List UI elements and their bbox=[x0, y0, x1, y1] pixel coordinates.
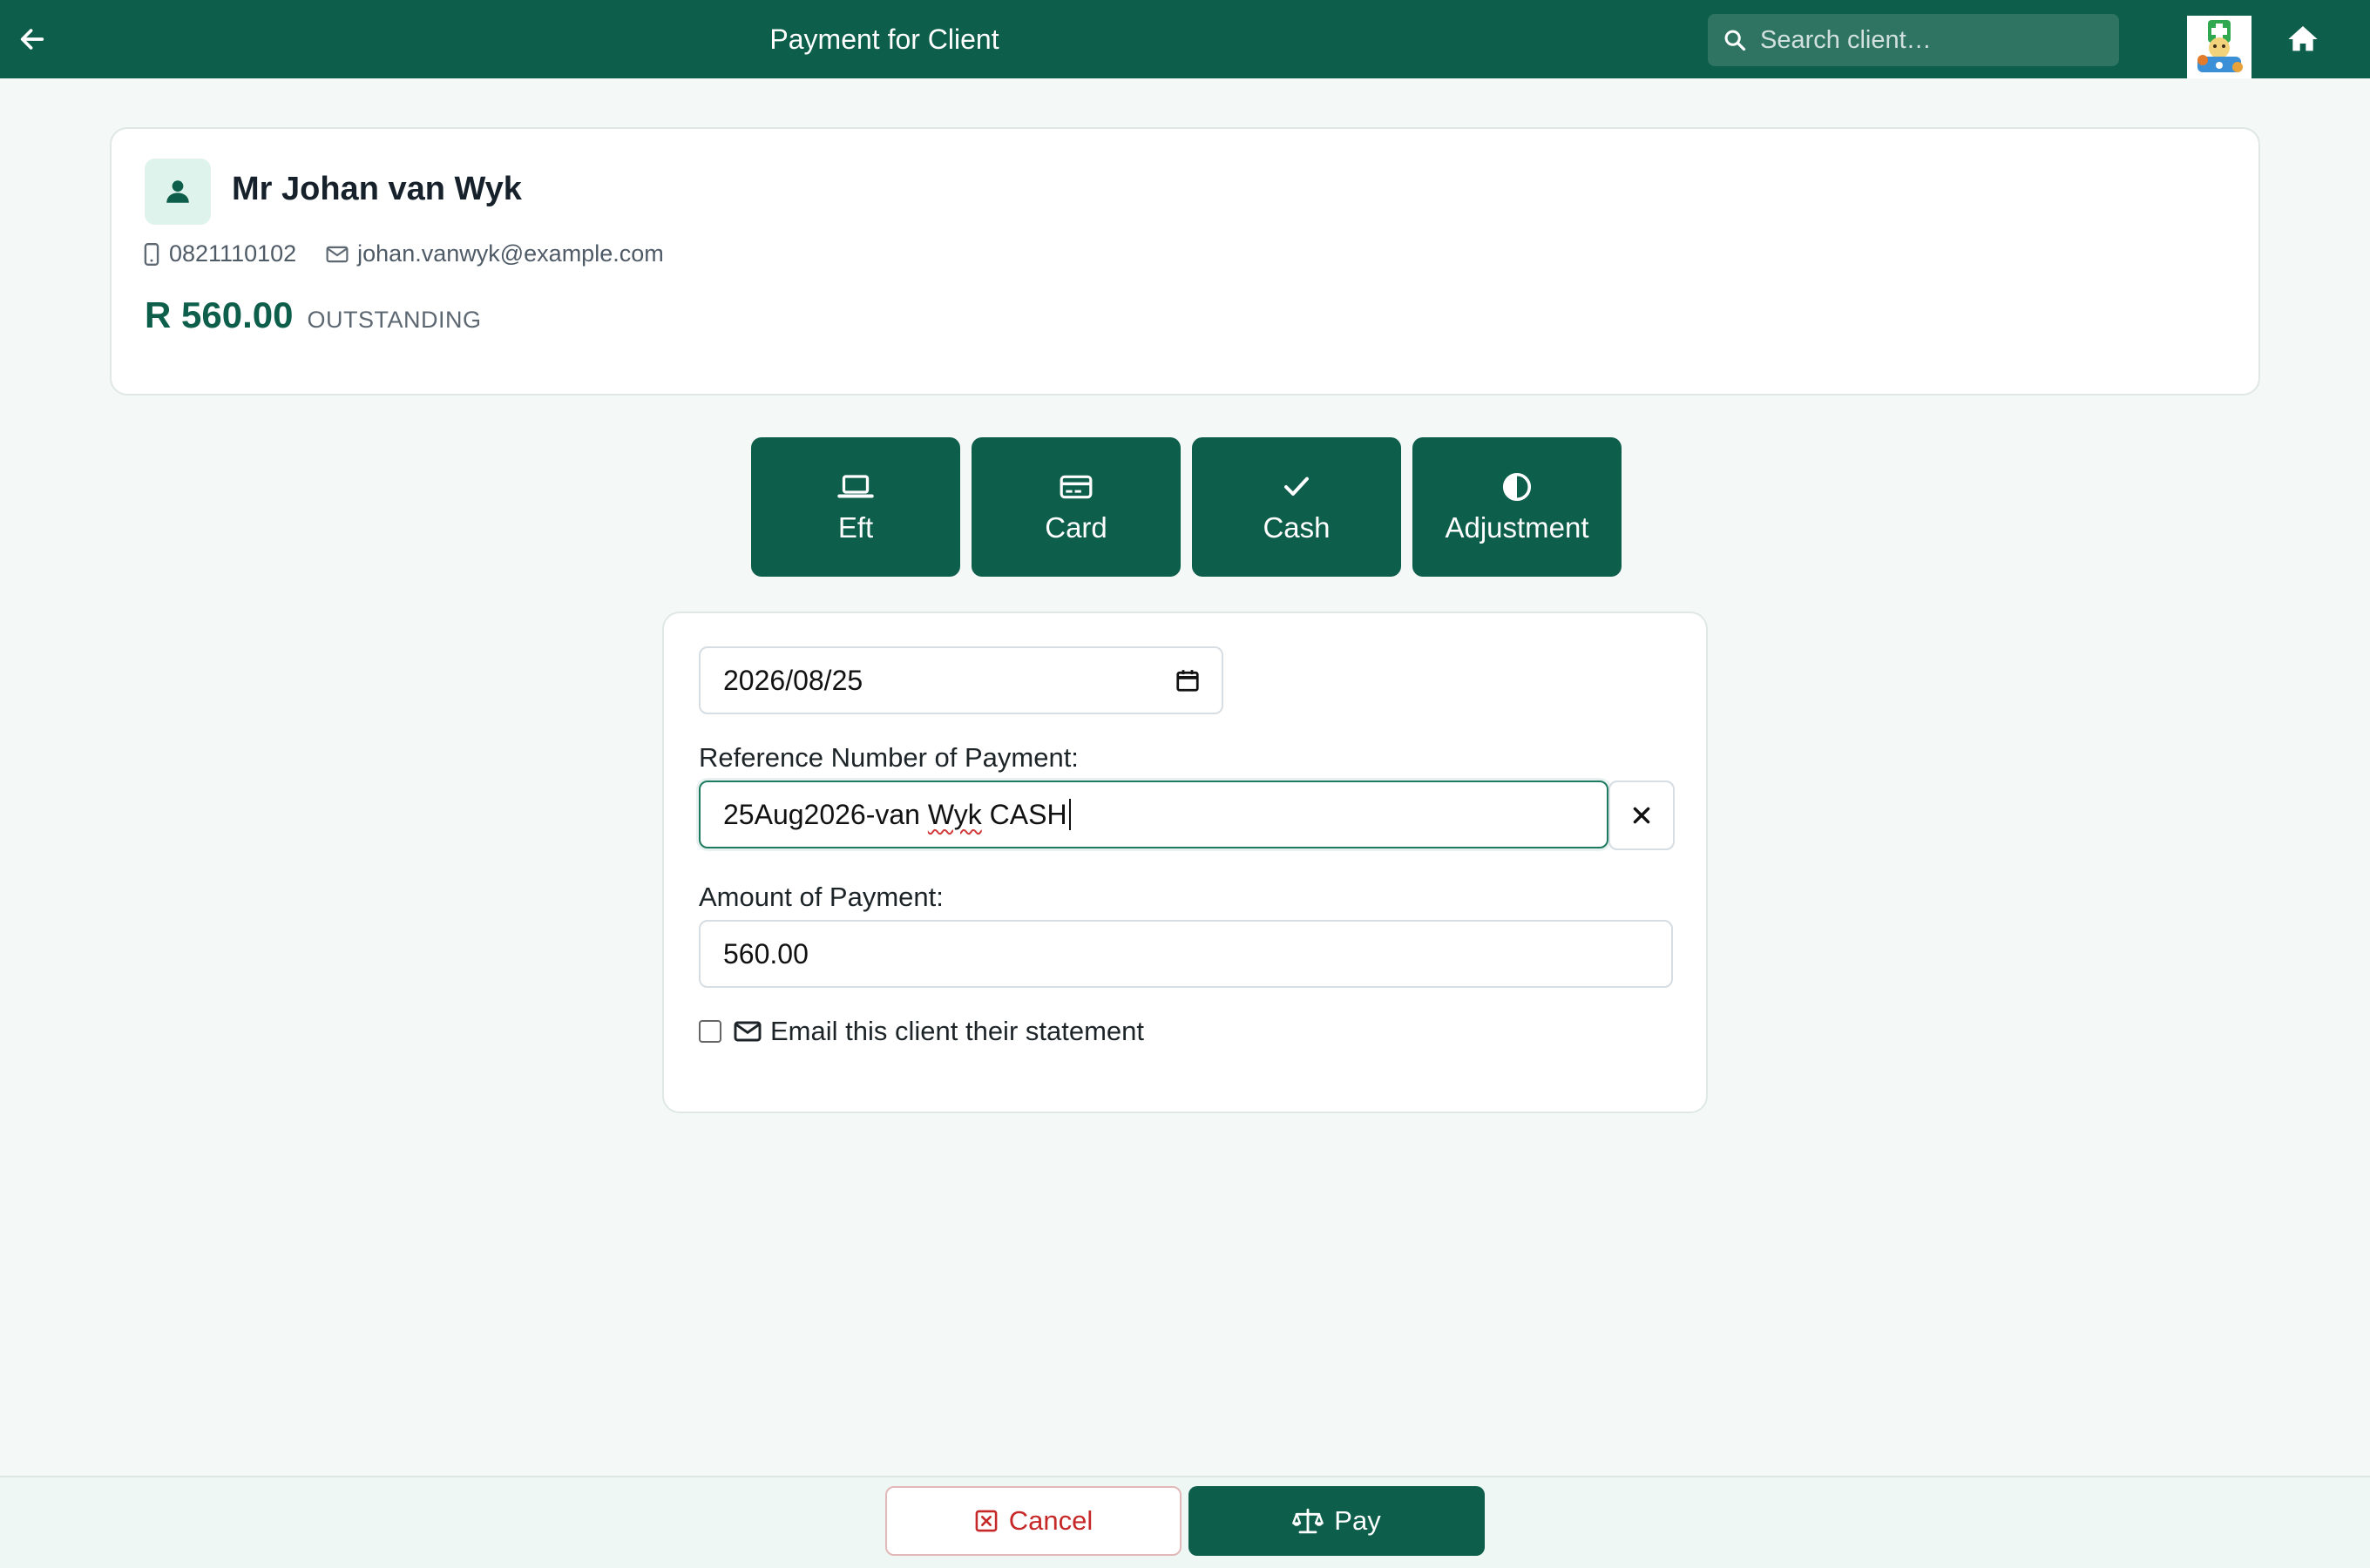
method-adjustment-button[interactable]: Adjustment bbox=[1412, 437, 1622, 577]
check-icon bbox=[1283, 470, 1310, 504]
client-search[interactable] bbox=[1708, 14, 2119, 66]
user-icon bbox=[166, 180, 189, 203]
payment-form: 2026/08/25 Reference Number of Payment: … bbox=[662, 612, 1708, 1113]
email-statement-option[interactable]: Email this client their statement bbox=[699, 1016, 1144, 1047]
method-card-button[interactable]: Card bbox=[972, 437, 1181, 577]
scale-icon bbox=[1292, 1507, 1324, 1535]
credit-card-icon bbox=[1060, 470, 1093, 504]
laptop-icon bbox=[837, 470, 874, 504]
clear-reference-button[interactable] bbox=[1608, 781, 1675, 850]
balance-row: R 560.00 OUTSTANDING bbox=[145, 294, 481, 336]
client-phone: 0821110102 bbox=[169, 240, 297, 267]
reference-label: Reference Number of Payment: bbox=[699, 742, 1079, 773]
reference-text-misspelled: Wyk bbox=[927, 798, 982, 830]
reference-input[interactable]: 25Aug2026-van Wyk CASH bbox=[699, 781, 1608, 848]
search-icon bbox=[1722, 27, 1748, 53]
action-footer: Cancel Pay bbox=[0, 1476, 2370, 1568]
cancel-label: Cancel bbox=[1008, 1505, 1094, 1536]
payment-method-group: Eft Card Cash Adjustment bbox=[751, 437, 1622, 577]
client-contact: 0821110102 johan.vanwyk@example.com bbox=[143, 240, 664, 267]
method-label: Adjustment bbox=[1445, 511, 1589, 544]
avatar bbox=[145, 159, 211, 225]
email-statement-label: Email this client their statement bbox=[770, 1016, 1145, 1046]
envelope-icon bbox=[734, 1020, 762, 1043]
method-label: Cash bbox=[1263, 511, 1331, 544]
amount-input[interactable]: 560.00 bbox=[699, 920, 1673, 988]
balance-amount: R 560.00 bbox=[145, 294, 294, 335]
cancel-button[interactable]: Cancel bbox=[885, 1486, 1182, 1556]
logo-icon bbox=[2197, 20, 2243, 72]
client-email[interactable]: johan.vanwyk@example.com bbox=[357, 240, 664, 267]
amount-label: Amount of Payment: bbox=[699, 882, 944, 912]
method-label: Card bbox=[1045, 511, 1107, 544]
method-cash-button[interactable]: Cash bbox=[1192, 437, 1401, 577]
pay-label: Pay bbox=[1334, 1505, 1381, 1536]
home-button[interactable] bbox=[2281, 17, 2325, 61]
client-summary-card: Mr Johan van Wyk 0821110102 johan.vanwyk… bbox=[110, 127, 2260, 395]
top-app-bar: Payment for Client bbox=[0, 0, 2370, 78]
home-icon bbox=[2288, 26, 2318, 51]
payment-date-value: 2026/08/25 bbox=[723, 664, 863, 696]
client-name: Mr Johan van Wyk bbox=[232, 171, 522, 207]
mobile-phone-icon bbox=[143, 242, 160, 266]
email-statement-checkbox[interactable] bbox=[699, 1020, 721, 1043]
page-title: Payment for Client bbox=[769, 23, 999, 55]
close-box-icon bbox=[974, 1509, 999, 1533]
half-circle-icon bbox=[1501, 470, 1533, 504]
pay-button[interactable]: Pay bbox=[1188, 1486, 1485, 1556]
method-label: Eft bbox=[837, 511, 874, 544]
reference-text-part: CASH bbox=[981, 798, 1067, 830]
envelope-icon bbox=[326, 246, 349, 263]
search-input[interactable] bbox=[1758, 14, 2119, 66]
clinic-logo bbox=[2187, 16, 2252, 78]
text-cursor bbox=[1068, 799, 1071, 830]
balance-status: OUTSTANDING bbox=[307, 307, 482, 333]
amount-value: 560.00 bbox=[723, 937, 809, 970]
method-eft-button[interactable]: Eft bbox=[751, 437, 960, 577]
reference-text-part: 25Aug2026-van bbox=[723, 798, 928, 830]
close-icon bbox=[1633, 807, 1650, 824]
calendar-icon[interactable] bbox=[1175, 667, 1201, 693]
payment-date-input[interactable]: 2026/08/25 bbox=[699, 646, 1223, 714]
